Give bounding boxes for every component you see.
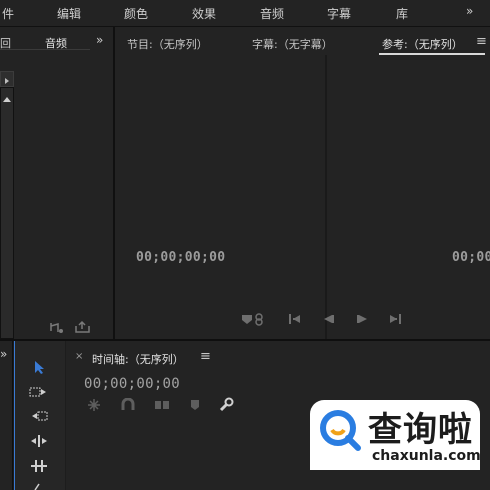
monitor-divider bbox=[325, 55, 327, 339]
panel-overflow-icon[interactable]: » bbox=[96, 33, 104, 47]
menu-audio[interactable]: 音频 bbox=[260, 5, 284, 22]
wrench-icon[interactable] bbox=[218, 397, 234, 413]
snap-icon[interactable] bbox=[120, 398, 136, 412]
menu-color[interactable]: 颜色 bbox=[124, 5, 148, 22]
menu-effects[interactable]: 效果 bbox=[192, 5, 216, 22]
menu-libraries[interactable]: 库 bbox=[396, 5, 408, 22]
tools-collapsed-panel: » bbox=[0, 341, 13, 490]
timeline-menu-icon[interactable]: ≡ bbox=[200, 349, 211, 364]
magnifier-logo-icon bbox=[320, 410, 361, 451]
arrow-right-icon bbox=[5, 78, 9, 84]
add-marker-icon[interactable] bbox=[188, 398, 202, 412]
program-monitor-panel: 节目:（无序列） 字幕:（无字幕） 参考:（无序列） ≡ 00;00;00;00… bbox=[115, 27, 490, 339]
program-timecode[interactable]: 00;00;00;00 bbox=[136, 250, 225, 265]
tab-divider bbox=[0, 49, 90, 50]
watermark-title: 查询啦 bbox=[368, 410, 473, 450]
rolling-edit-tool-icon[interactable] bbox=[29, 434, 49, 448]
timeline-timecode[interactable]: 00;00;00;00 bbox=[84, 376, 180, 392]
scroll-up-button[interactable] bbox=[0, 71, 14, 87]
step-forward-icon[interactable] bbox=[355, 312, 371, 326]
solo-track-icon[interactable] bbox=[48, 320, 66, 334]
menu-bar: 件 编辑 颜色 效果 音频 字幕 库 » bbox=[0, 0, 490, 27]
tools-overflow-icon[interactable]: » bbox=[0, 347, 8, 361]
rate-stretch-tool-icon[interactable] bbox=[29, 459, 49, 473]
go-to-in-icon[interactable] bbox=[287, 312, 303, 326]
tab-program[interactable]: 节目:（无序列） bbox=[127, 36, 208, 52]
menu-file[interactable]: 件 bbox=[2, 5, 14, 22]
active-tab-indicator bbox=[379, 53, 485, 55]
watermark-url: chaxunla.com bbox=[372, 448, 481, 464]
arrow-up-icon[interactable] bbox=[1, 94, 13, 106]
nest-sequence-icon[interactable] bbox=[86, 398, 102, 412]
panel-menu-icon[interactable]: ≡ bbox=[476, 34, 487, 49]
watermark-logo: 查询啦 chaxunla.com bbox=[310, 400, 481, 470]
reference-timecode[interactable]: 00;00 bbox=[452, 250, 490, 265]
menu-edit[interactable]: 编辑 bbox=[57, 5, 81, 22]
export-icon[interactable] bbox=[74, 320, 92, 334]
menu-overflow-icon[interactable]: » bbox=[466, 4, 474, 18]
close-icon[interactable]: × bbox=[75, 351, 83, 362]
tab-titles[interactable]: 字幕:（无字幕） bbox=[252, 36, 333, 52]
step-back-icon[interactable] bbox=[320, 312, 336, 326]
go-to-out-icon[interactable] bbox=[387, 312, 403, 326]
left-panel: 回 音频 » bbox=[0, 27, 115, 339]
linked-selection-icon[interactable] bbox=[153, 398, 171, 412]
audio-meter-track bbox=[0, 87, 14, 339]
menu-titles[interactable]: 字幕 bbox=[327, 5, 351, 22]
selection-tool-icon[interactable] bbox=[31, 359, 47, 375]
track-select-tool-icon[interactable] bbox=[29, 385, 49, 399]
marker-in-out-icon[interactable] bbox=[240, 311, 266, 327]
ripple-edit-tool-icon[interactable] bbox=[29, 409, 49, 423]
tools-panel bbox=[14, 341, 65, 490]
razor-tool-icon[interactable] bbox=[31, 482, 47, 490]
timeline-title[interactable]: 时间轴:（无序列） bbox=[92, 351, 184, 367]
tab-reference[interactable]: 参考:（无序列） bbox=[382, 36, 463, 52]
